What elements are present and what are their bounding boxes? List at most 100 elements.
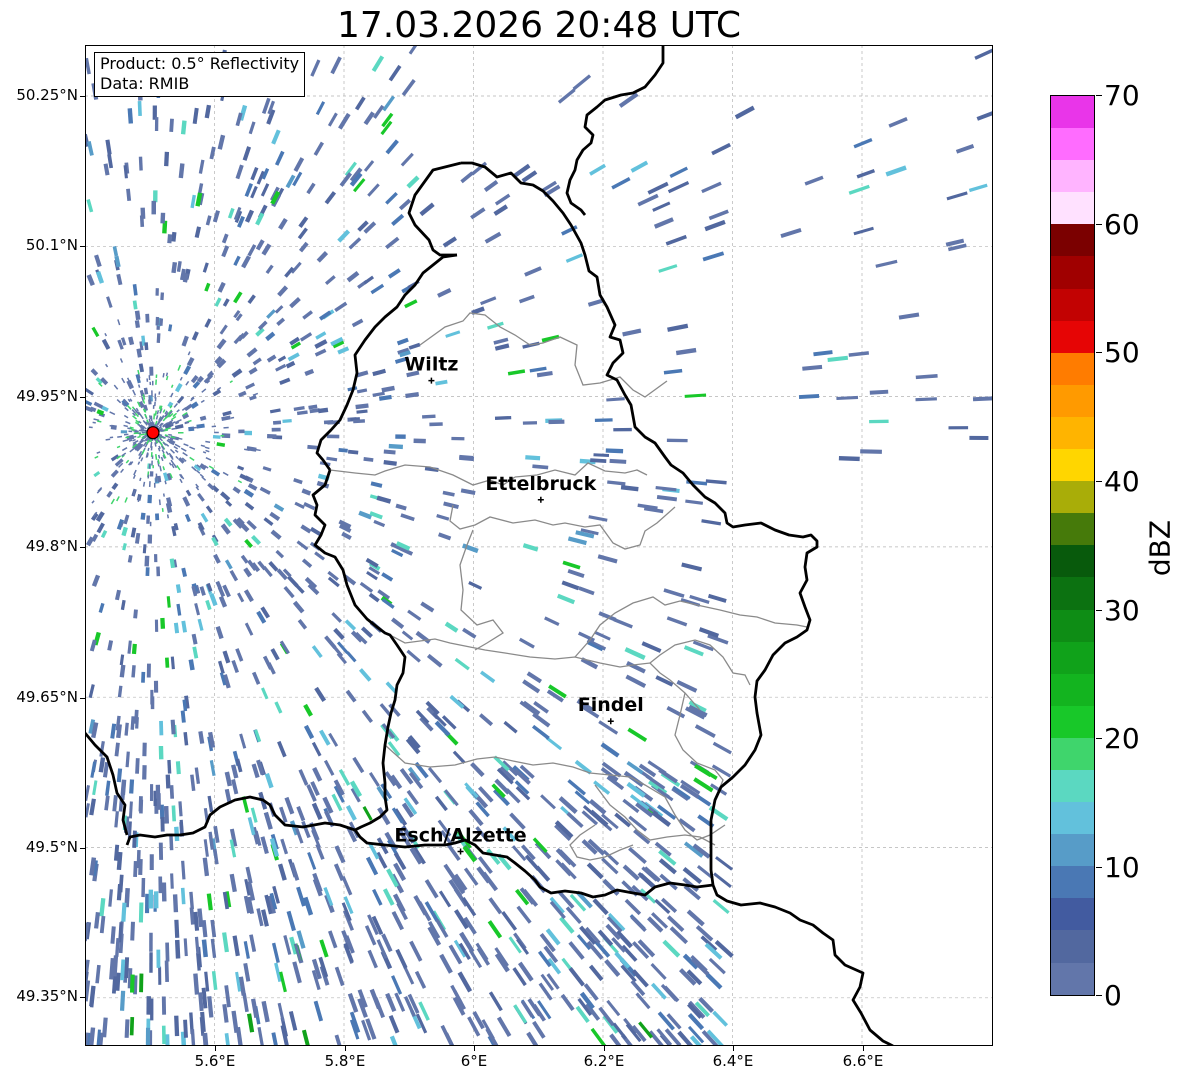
echo-bin [227, 207, 235, 219]
echo-bin [120, 468, 125, 474]
echo-bin [382, 888, 395, 906]
echo-bin [147, 494, 152, 504]
echo-bin [123, 414, 129, 419]
radar-map[interactable]: Wiltz Ettelbruck Findel Esch/Alzette [85, 45, 993, 1046]
echo-bin [129, 779, 135, 794]
echo-bin [168, 462, 172, 466]
echo-bin [180, 887, 186, 905]
echo-bin [567, 568, 585, 578]
echo-bin [191, 633, 198, 645]
echo-bin [115, 938, 120, 957]
echo-bin [128, 801, 133, 819]
echo-bin [388, 443, 404, 450]
echo-bin [180, 120, 187, 135]
echo-bin [94, 455, 99, 459]
echo-bin [200, 444, 206, 448]
echo-bin [525, 455, 541, 461]
echo-bin [656, 494, 678, 502]
echo-bin [207, 996, 214, 1018]
echo-bin [183, 938, 188, 957]
echo-bin [303, 703, 313, 717]
echo-bin [154, 554, 158, 563]
echo-bin [536, 370, 553, 378]
echo-bin [269, 408, 281, 414]
colorbar-segment [1051, 192, 1094, 225]
echo-bin [468, 581, 483, 590]
lon-label: 5.6°E [194, 1052, 236, 1070]
echo-bin [804, 175, 824, 186]
echo-bin [658, 768, 678, 784]
echo-bin [675, 347, 697, 356]
echo-bin [442, 236, 458, 248]
echo-bin [368, 592, 380, 603]
echo-bin [307, 444, 319, 450]
echo-bin [218, 595, 228, 608]
echo-bin [681, 562, 703, 572]
echo-bin [171, 261, 178, 274]
echo-bin [243, 962, 251, 982]
colorbar-segment [1051, 320, 1094, 353]
colorbar-segment [1051, 930, 1094, 963]
echo-bin [145, 567, 150, 576]
echo-bin [408, 45, 422, 55]
echo-bin [189, 891, 194, 910]
echo-bin [144, 342, 149, 351]
echo-bin [295, 827, 304, 844]
echo-bin [483, 179, 499, 192]
product-info-box: Product: 0.5° Reflectivity Data: RMIB [94, 52, 306, 97]
echo-bin [175, 761, 181, 775]
echo-bin [532, 1020, 546, 1039]
echo-bin [243, 488, 255, 498]
echo-bin [488, 991, 503, 1012]
echo-bin [159, 720, 164, 736]
echo-bin [244, 501, 255, 511]
echo-bin [324, 191, 337, 205]
echo-bin [217, 660, 225, 674]
echo-bin [237, 592, 245, 603]
echo-bin [313, 1000, 324, 1022]
echo-bin [166, 596, 171, 608]
echo-bin [130, 527, 137, 538]
echo-bin [593, 453, 610, 457]
echo-bin [888, 117, 908, 128]
echo-bin [85, 405, 94, 413]
echo-bin [269, 511, 281, 521]
echo-bin [165, 1034, 170, 1046]
echo-bin [566, 811, 584, 829]
echo-bin [134, 310, 141, 321]
map-gridlines [85, 45, 993, 1046]
echo-bin [157, 454, 161, 459]
echo-bin [242, 146, 252, 161]
echo-bin [279, 971, 287, 993]
country-borders [85, 45, 894, 1046]
echo-bin [126, 188, 132, 202]
echo-bin [345, 689, 357, 703]
echo-bin [293, 477, 303, 485]
echo-bin [302, 310, 313, 320]
echo-bin [371, 55, 385, 73]
echo-bin [239, 733, 247, 749]
echo-bin [117, 319, 121, 326]
echo-bin [401, 79, 416, 97]
colorbar-segment [1051, 898, 1094, 931]
echo-bin [604, 959, 621, 977]
echo-bin [915, 397, 937, 402]
echo-bin [408, 342, 421, 350]
echo-bin [609, 458, 627, 464]
colorbar-label: 60 [1104, 208, 1140, 241]
echo-bin [174, 1015, 180, 1037]
echo-bin [168, 324, 173, 332]
colorbar-segment [1051, 545, 1094, 578]
echo-bin [194, 936, 200, 955]
echo-bin [119, 990, 126, 1011]
echo-bin [296, 886, 306, 907]
echo-bin [288, 1011, 298, 1031]
echo-bin [212, 210, 220, 223]
echo-bin [176, 409, 180, 413]
echo-bin [199, 586, 206, 596]
echo-bin [171, 231, 177, 242]
echo-bin [212, 435, 221, 439]
echo-bin [202, 857, 210, 877]
echo-bin [660, 983, 678, 1002]
echo-bin [712, 1010, 729, 1027]
